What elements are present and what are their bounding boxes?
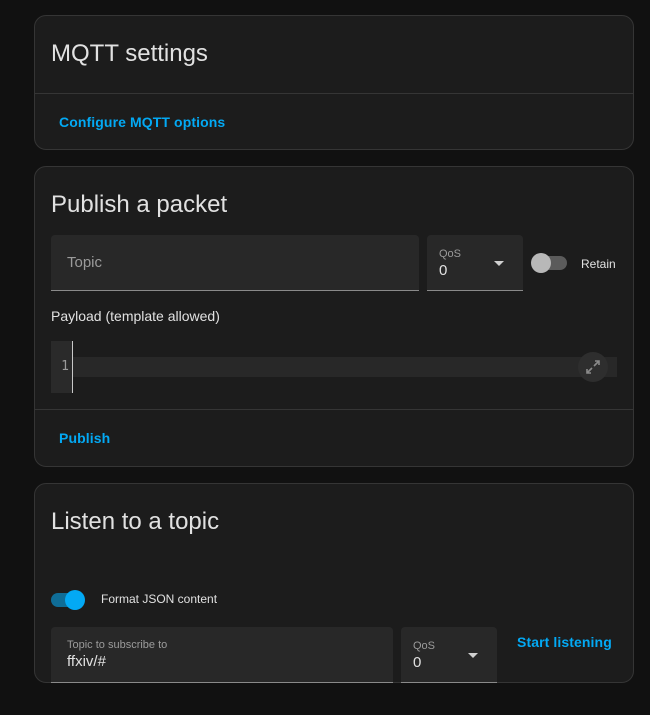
chevron-down-icon: [468, 653, 478, 658]
publish-packet-title: Publish a packet: [51, 191, 228, 218]
publish-packet-card: Publish a packet Topic QoS 0 Retain Payl…: [34, 166, 634, 467]
listen-topic-card: Listen to a topic Format JSON content To…: [34, 483, 634, 683]
publish-qos-select[interactable]: QoS 0: [427, 235, 523, 291]
chevron-down-icon: [494, 261, 504, 266]
start-listening-button[interactable]: Start listening: [517, 634, 612, 650]
qos-label: QoS: [413, 640, 436, 652]
mqtt-settings-title: MQTT settings: [51, 40, 208, 67]
mqtt-settings-card: MQTT settings Configure MQTT options: [34, 15, 634, 150]
toggle-thumb: [65, 590, 85, 610]
toggle-thumb: [531, 253, 551, 273]
listen-qos-select[interactable]: QoS 0: [401, 627, 497, 683]
editor-line: [73, 357, 617, 377]
format-json-toggle[interactable]: [51, 588, 89, 612]
qos-value: 0: [413, 654, 422, 671]
qos-label: QoS: [439, 248, 462, 260]
subscribe-topic-input[interactable]: Topic to subscribe to ffxiv/#: [51, 627, 393, 683]
publish-button[interactable]: Publish: [59, 430, 110, 446]
divider: [35, 93, 633, 94]
format-json-label: Format JSON content: [101, 592, 218, 606]
topic-placeholder: Topic: [67, 254, 103, 271]
payload-editor[interactable]: 1: [51, 341, 617, 393]
subscribe-topic-value: ffxiv/#: [67, 653, 106, 670]
retain-toggle[interactable]: [531, 253, 569, 273]
payload-label: Payload (template allowed): [51, 308, 220, 324]
line-number: 1: [61, 359, 69, 374]
configure-mqtt-options-button[interactable]: Configure MQTT options: [59, 114, 225, 130]
listen-topic-title: Listen to a topic: [51, 508, 220, 535]
qos-value: 0: [439, 262, 448, 279]
expand-button[interactable]: [578, 352, 608, 382]
subscribe-topic-label: Topic to subscribe to: [67, 639, 168, 651]
divider: [35, 409, 633, 410]
retain-label: Retain: [581, 257, 616, 271]
fullscreen-icon: [586, 360, 600, 374]
topic-input[interactable]: Topic: [51, 235, 419, 291]
